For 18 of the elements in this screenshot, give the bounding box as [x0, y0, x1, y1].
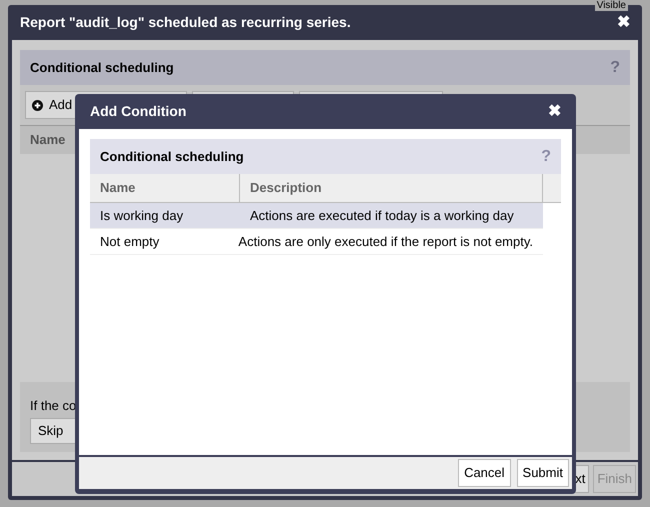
panel-title: Conditional scheduling	[30, 58, 174, 77]
table-cell-text: Not empty	[99, 232, 160, 251]
condition-row[interactable]: Is working day Actions are executed if today is a working day	[90, 203, 543, 229]
panel-title: Conditional scheduling	[100, 148, 244, 166]
backdrop-text: Visible	[594, 0, 628, 11]
dialog-title: Add Condition	[90, 102, 186, 121]
table-cell-text: Actions are executed if today is a working day	[249, 206, 515, 225]
dialog-button[interactable]: Submit	[516, 459, 569, 487]
add-icon	[32, 100, 43, 110]
close-button[interactable]: ✖	[617, 10, 630, 34]
table-cell-text: Actions are only executed if the report is not empty.	[237, 232, 534, 251]
dialog-button[interactable]: Cancel	[458, 459, 511, 487]
column-header: Name	[30, 131, 66, 150]
table-cell-text: Is working day	[99, 206, 184, 225]
column-header: Name	[90, 174, 240, 202]
close-button[interactable]: ✖	[548, 100, 561, 124]
window-title: Report "audit_log" scheduled as recurring series.	[20, 13, 351, 32]
column-header: Description	[240, 174, 543, 202]
